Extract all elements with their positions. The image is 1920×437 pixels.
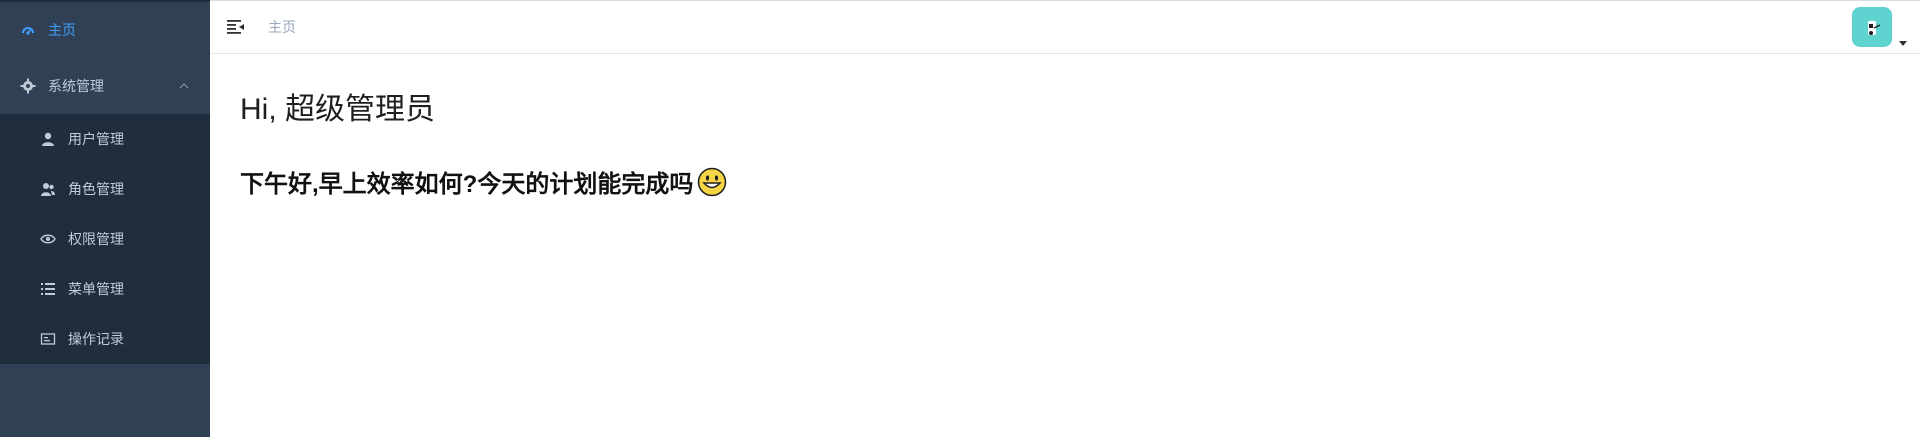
eye-icon — [40, 231, 56, 247]
sidebar-item-label: 用户管理 — [68, 132, 124, 148]
chevron-up-icon — [178, 80, 190, 92]
breadcrumb: 主页 — [268, 20, 296, 36]
sidebar-item-home[interactable]: 主页 — [0, 2, 210, 58]
sidebar-item-label: 菜单管理 — [68, 282, 124, 298]
dashboard-icon — [20, 22, 36, 38]
sidebar-item-menus[interactable]: 菜单管理 — [0, 264, 210, 314]
sidebar-group-label: 系统管理 — [48, 79, 104, 95]
caret-down-icon — [1898, 33, 1908, 46]
sidebar-item-permissions[interactable]: 权限管理 — [0, 214, 210, 264]
log-icon — [40, 331, 56, 347]
avatar-dropdown[interactable] — [1852, 7, 1908, 47]
hamburger-icon[interactable] — [226, 17, 246, 37]
list-icon — [40, 281, 56, 297]
sidebar-item-label: 主页 — [48, 23, 76, 39]
greeting-label: 下午好,早上效率如何?今天的计划能完成吗 — [240, 171, 694, 198]
smiley-icon — [698, 167, 727, 196]
sidebar-item-users[interactable]: 用户管理 — [0, 114, 210, 164]
sidebar-item-label: 角色管理 — [68, 182, 124, 198]
sidebar-item-logs[interactable]: 操作记录 — [0, 314, 210, 364]
gear-icon — [20, 78, 36, 94]
greeting-text: 下午好,早上效率如何?今天的计划能完成吗 — [240, 164, 1920, 199]
sidebar-item-roles[interactable]: 角色管理 — [0, 164, 210, 214]
peoples-icon — [40, 181, 56, 197]
sidebar-item-label: 操作记录 — [68, 332, 124, 348]
sidebar-item-label: 权限管理 — [68, 232, 124, 248]
dashboard-content: Hi, 超级管理员 下午好,早上效率如何?今天的计划能完成吗 — [210, 54, 1920, 199]
sidebar: 主页 系统管理 用户管理 角色管理 权限管理 菜单管理 操作记录 — [0, 0, 210, 437]
sidebar-group-system[interactable]: 系统管理 — [0, 58, 210, 114]
user-icon — [40, 131, 56, 147]
welcome-heading: Hi, 超级管理员 — [240, 93, 435, 126]
main-area: 主页 Hi, 超级管理员 下午好,早上效率如何?今天的计划能完成吗 — [210, 0, 1920, 437]
avatar-icon — [1868, 21, 1881, 35]
avatar[interactable] — [1852, 7, 1892, 47]
submenu-system: 用户管理 角色管理 权限管理 菜单管理 操作记录 — [0, 114, 210, 364]
navbar: 主页 — [210, 0, 1920, 54]
